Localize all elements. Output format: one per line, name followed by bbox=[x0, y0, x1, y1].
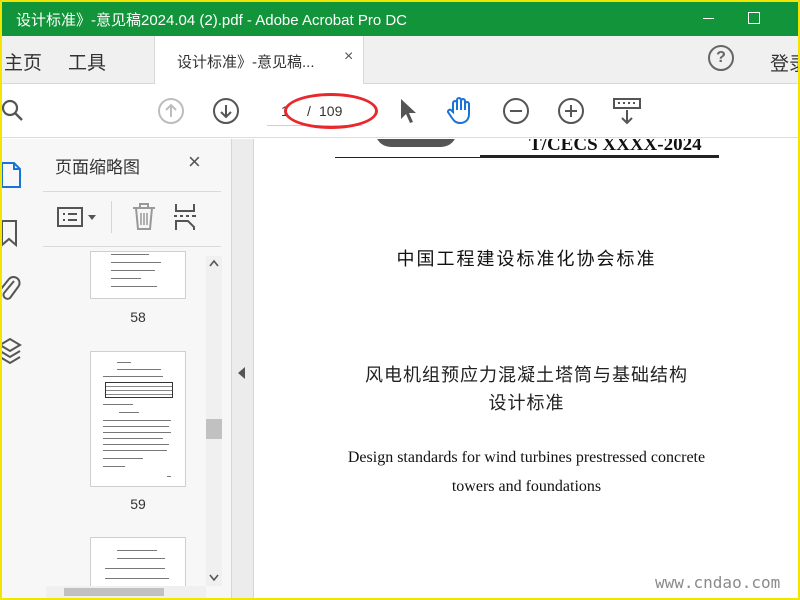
close-tab-icon[interactable]: × bbox=[344, 48, 353, 66]
thumbnail-panel: 页面缩略图 × 58 59 bbox=[38, 139, 232, 598]
tab-home[interactable]: 主页 bbox=[4, 48, 42, 75]
zoom-out-icon[interactable] bbox=[502, 97, 530, 125]
collapse-panel-handle[interactable] bbox=[232, 139, 254, 598]
insert-page-icon[interactable] bbox=[173, 202, 199, 232]
maximize-button[interactable] bbox=[732, 2, 778, 36]
header-rule bbox=[480, 155, 719, 157]
scrollbar-thumb[interactable] bbox=[206, 419, 222, 439]
logo-fragment bbox=[375, 139, 457, 147]
page-thumbnails-icon[interactable] bbox=[2, 161, 24, 191]
tab-document[interactable]: 设计标准》-意见稿... × bbox=[154, 36, 364, 84]
zoom-in-icon[interactable] bbox=[557, 97, 585, 125]
tab-bar: 主页 工具 设计标准》-意见稿... × ? 登录 bbox=[2, 36, 798, 84]
layers-icon[interactable] bbox=[2, 335, 22, 365]
next-page-icon[interactable] bbox=[212, 97, 240, 125]
document-title-en-line2: towers and foundations bbox=[451, 478, 602, 495]
horizontal-scrollbar[interactable] bbox=[46, 586, 206, 598]
standard-code: T/CECS XXXX-2024 bbox=[529, 139, 702, 155]
document-title-cn-line2: 设计标准 bbox=[488, 393, 565, 414]
previous-page-icon[interactable] bbox=[157, 97, 185, 125]
divider bbox=[43, 191, 221, 192]
help-icon[interactable]: ? bbox=[708, 45, 734, 71]
thumbnail-page-number: 58 bbox=[130, 309, 146, 325]
document-title-en: Design standards for wind turbines prest… bbox=[347, 449, 706, 466]
hand-tool-icon[interactable] bbox=[445, 94, 477, 126]
title-bar: 设计标准》-意见稿2024.04 (2).pdf - Adobe Acrobat… bbox=[2, 2, 798, 36]
scroll-mode-icon[interactable] bbox=[612, 96, 642, 126]
bookmark-icon[interactable] bbox=[2, 219, 22, 249]
page-thumbnail[interactable] bbox=[90, 251, 186, 299]
annotation-ellipse bbox=[284, 93, 378, 129]
thumbnail-options-icon[interactable] bbox=[57, 206, 99, 230]
document-view[interactable]: T/CECS XXXX-2024 中国工程建设标准化协会标准 风电机组预应力混凝… bbox=[255, 139, 798, 598]
scroll-up-icon[interactable] bbox=[209, 259, 219, 267]
search-icon[interactable] bbox=[2, 98, 26, 124]
close-panel-icon[interactable]: × bbox=[188, 149, 201, 175]
thumbnail-page-number: 59 bbox=[130, 496, 146, 512]
tab-tools[interactable]: 工具 bbox=[68, 48, 106, 75]
select-cursor-icon[interactable] bbox=[397, 97, 419, 125]
scroll-down-icon[interactable] bbox=[209, 574, 219, 582]
delete-page-icon[interactable] bbox=[131, 202, 157, 232]
collapse-arrow-icon bbox=[238, 367, 245, 379]
page-thumbnail[interactable] bbox=[90, 351, 186, 487]
thumbnail-scrollbar[interactable] bbox=[206, 256, 222, 586]
document-tab-label: 设计标准》-意见稿... bbox=[177, 54, 315, 71]
document-title-cn: 风电机组预应力混凝土塔筒与基础结构 bbox=[365, 365, 688, 386]
app-window: 设计标准》-意见稿2024.04 (2).pdf - Adobe Acrobat… bbox=[2, 2, 798, 598]
toolbar-separator bbox=[111, 201, 112, 233]
attachment-icon[interactable] bbox=[2, 275, 22, 305]
panel-title: 页面缩略图 bbox=[55, 158, 140, 177]
toolbar: 1 / 109 bbox=[2, 84, 798, 138]
left-rail bbox=[2, 139, 38, 598]
divider bbox=[43, 246, 221, 247]
organization-title: 中国工程建设标准化协会标准 bbox=[396, 249, 657, 270]
scrollbar-thumb[interactable] bbox=[64, 588, 164, 596]
window-title: 设计标准》-意见稿2024.04 (2).pdf - Adobe Acrobat… bbox=[16, 12, 407, 29]
minimize-button[interactable] bbox=[686, 2, 732, 36]
login-button[interactable]: 登录 bbox=[770, 49, 798, 76]
header-rule bbox=[335, 157, 719, 158]
watermark: www.cndao.com bbox=[655, 573, 781, 592]
